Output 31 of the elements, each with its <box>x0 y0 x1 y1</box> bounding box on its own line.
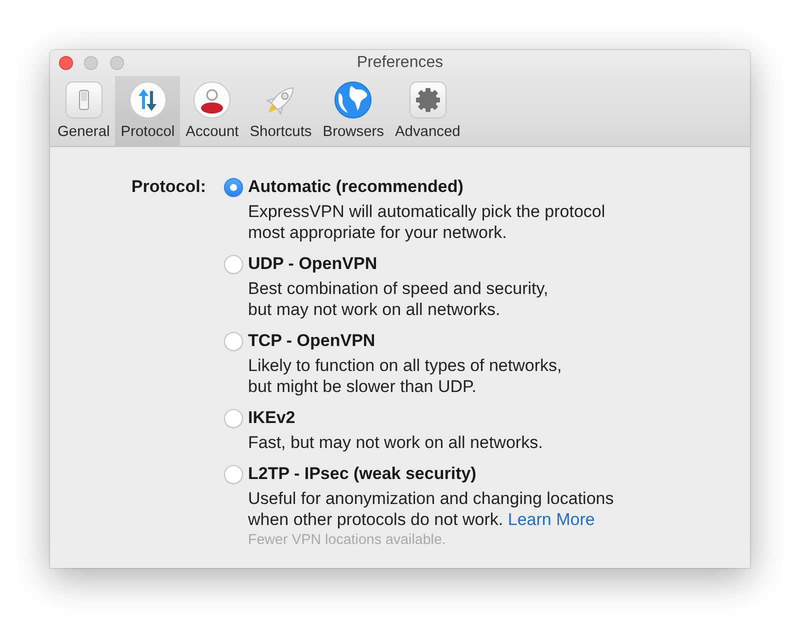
radio-label[interactable]: UDP - OpenVPN <box>248 254 378 274</box>
person-icon <box>193 81 232 119</box>
toolbar-tab[interactable]: Protocol <box>115 76 180 146</box>
toolbar-tab[interactable]: General <box>52 76 116 146</box>
toolbar-tab[interactable]: Shortcuts <box>244 76 318 146</box>
close-button[interactable] <box>58 56 72 70</box>
radio-label[interactable]: IKEv2 <box>248 408 296 428</box>
radio-label[interactable]: Automatic (recommended) <box>248 177 464 197</box>
option-description: Fast, but may not work on all networks. <box>248 432 543 453</box>
radio-label[interactable]: L2TP - IPsec (weak security) <box>248 464 476 484</box>
radio-button[interactable] <box>224 464 243 484</box>
radio-button[interactable] <box>224 254 243 274</box>
toolbar-tab[interactable]: Advanced <box>390 76 466 146</box>
toolbar-tab[interactable]: Browsers <box>317 76 390 146</box>
radio-button[interactable] <box>224 178 243 196</box>
window-title: Preferences <box>356 54 444 72</box>
option-description: Best combination of speed and security, but may not work on all networks. <box>248 278 548 320</box>
radio-label[interactable]: TCP - OpenVPN <box>248 331 376 351</box>
protocol-label: Protocol: <box>131 177 206 196</box>
gear-icon <box>408 81 447 119</box>
option-description: ExpressVPN will automatically pick the protocol most appropriate for your network. <box>248 201 606 243</box>
switch-icon <box>64 81 103 119</box>
learn-more-link[interactable]: Learn More <box>508 510 595 529</box>
toolbar-tab[interactable]: Account <box>180 76 244 146</box>
option-description: Likely to function on all types of networks, but might be slower than UDP. <box>248 355 562 397</box>
globe-icon <box>334 81 372 119</box>
radio-button[interactable] <box>224 332 243 350</box>
option-description: Useful for anonymization and changing locations when other protocols do not work. Learn More <box>248 488 614 530</box>
arrows-icon <box>128 81 167 119</box>
radio-button[interactable] <box>224 408 243 428</box>
option-note: Fewer VPN locations available. <box>248 531 446 550</box>
